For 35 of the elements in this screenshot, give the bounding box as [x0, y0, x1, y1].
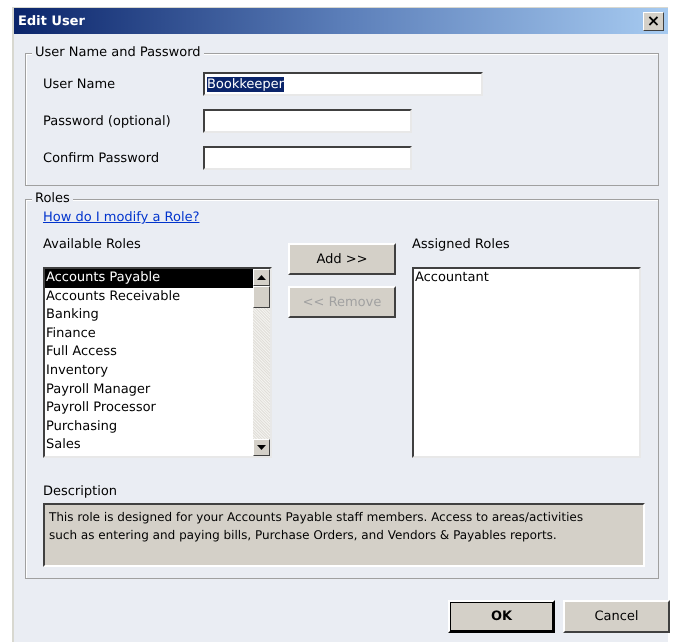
- list-item[interactable]: Full Access: [45, 343, 253, 362]
- down-arrow-icon: [257, 445, 266, 450]
- list-label: Assigned Roles: [412, 237, 511, 254]
- list-item[interactable]: Purchasing: [45, 418, 253, 436]
- list-box[interactable]: Accounts Payable Accounts Receivable Banking Finance Full Access Inventory Payroll Manager Payroll Processor Purchasing Sales: [43, 267, 272, 458]
- input-field[interactable]: [203, 146, 412, 170]
- list-item[interactable]: Payroll Processor: [45, 399, 253, 418]
- scroll-down-button[interactable]: [253, 439, 270, 456]
- window-title: Edit User: [18, 14, 85, 28]
- field-label: User Name: [43, 76, 116, 92]
- input-field[interactable]: [203, 109, 412, 133]
- scroll-up-button[interactable]: [253, 269, 270, 286]
- list-item[interactable]: Accounts Receivable: [45, 288, 253, 306]
- scrollbar[interactable]: [253, 269, 270, 456]
- list-label: Available Roles: [43, 237, 142, 254]
- list-item[interactable]: Finance: [45, 324, 253, 344]
- list-item[interactable]: Sales: [45, 436, 253, 455]
- scroll-thumb[interactable]: [253, 286, 270, 308]
- description-label: Description: [43, 484, 118, 499]
- field-label: Confirm Password: [43, 150, 160, 166]
- cancel-button[interactable]: Cancel: [563, 600, 670, 633]
- up-arrow-icon: [257, 275, 266, 280]
- ok-button[interactable]: OK: [448, 600, 555, 633]
- list-item[interactable]: Banking: [45, 306, 253, 325]
- list-item[interactable]: Accounts Payable: [45, 269, 253, 288]
- input-field[interactable]: Bookkeeper: [203, 72, 483, 96]
- field-label: Password (optional): [43, 114, 172, 128]
- list-box[interactable]: Accountant: [412, 267, 641, 458]
- list-item[interactable]: Inventory: [45, 362, 253, 381]
- list-item[interactable]: Accountant: [414, 269, 639, 288]
- help-link[interactable]: How do I modify a Role?: [43, 210, 200, 225]
- list-item[interactable]: Payroll Manager: [45, 380, 253, 400]
- close-button[interactable]: ×: [643, 12, 664, 30]
- description-box: This role is designed for your Accounts Payable staff members. Access to areas/activities such as entering and paying bills, Purchase Orders, and Vendors & Payables reports.: [43, 503, 645, 567]
- action-button[interactable]: Add >>: [288, 243, 396, 275]
